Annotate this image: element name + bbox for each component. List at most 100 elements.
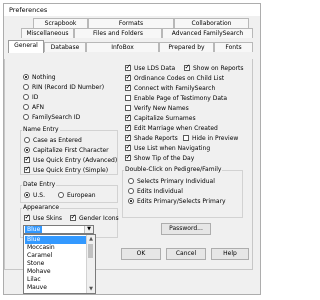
- radio-nothing[interactable]: Nothing: [23, 73, 56, 81]
- radio-indicator: [23, 114, 29, 120]
- scroll-up-icon[interactable]: ▲: [87, 235, 95, 243]
- tab-scrapbook[interactable]: Scrapbook: [33, 18, 88, 28]
- radio-edits-individual[interactable]: Edits Individual: [128, 187, 183, 195]
- radio-rin[interactable]: RIN (Record ID Number): [23, 83, 104, 91]
- password-button[interactable]: Password...: [161, 223, 211, 235]
- checkbox-indicator: [125, 95, 131, 101]
- checkbox-page-of-testimony[interactable]: Enable Page of Testimony Data: [125, 94, 227, 102]
- chevron-down-icon[interactable]: ▼: [84, 226, 93, 233]
- checkbox-capitalize-surnames[interactable]: Capitalize Surnames: [125, 113, 196, 122]
- checkbox-label: Use Skins: [33, 214, 62, 222]
- tab-collaboration[interactable]: Collaboration: [174, 18, 249, 28]
- checkbox-indicator: [125, 83, 131, 91]
- radio-selects-primary[interactable]: Selects Primary Individual: [128, 177, 215, 185]
- skin-option-stone[interactable]: Stone: [25, 260, 88, 268]
- tab-formats[interactable]: Formats: [88, 18, 174, 28]
- scroll-thumb[interactable]: [88, 244, 93, 258]
- checkbox-label: Connect with FamilySearch: [134, 84, 216, 92]
- group-label: Date Entry: [22, 181, 57, 188]
- radio-indicator: [23, 84, 29, 90]
- tab-prepared-by[interactable]: Prepared by: [159, 42, 214, 52]
- radio-afn[interactable]: AFN: [23, 103, 44, 111]
- tab-fonts[interactable]: Fonts: [214, 42, 253, 52]
- radio-edits-primary[interactable]: Edits Primary/Selects Primary: [128, 197, 226, 205]
- tab-database[interactable]: Database: [44, 42, 86, 52]
- checkbox-label: Edit Marriage when Created: [134, 124, 218, 132]
- checkbox-gender-icons[interactable]: Gender Icons: [70, 213, 119, 222]
- skin-option-blue[interactable]: Blue: [25, 236, 88, 244]
- checkbox-shade-reports[interactable]: Shade Reports: [125, 133, 178, 142]
- window-title: Preferences: [9, 6, 48, 14]
- checkbox-indicator: [184, 63, 190, 71]
- radio-indicator: [128, 188, 134, 194]
- group-label: Name Entry: [22, 126, 60, 133]
- tab-strip: Scrapbook Formats Collaboration Miscella…: [8, 18, 257, 64]
- tab-miscellaneous[interactable]: Miscellaneous: [21, 28, 74, 38]
- checkbox-hide-in-preview[interactable]: Hide in Preview: [183, 134, 238, 142]
- checkbox-label: Gender Icons: [79, 214, 119, 222]
- checkbox-indicator: [24, 165, 30, 173]
- checkbox-edit-marriage[interactable]: Edit Marriage when Created: [125, 123, 218, 132]
- checkbox-label: Enable Page of Testimony Data: [134, 94, 228, 102]
- radio-date-us[interactable]: U.S.: [24, 191, 45, 199]
- radio-label: European: [67, 191, 96, 199]
- checkbox-indicator: [24, 155, 30, 163]
- checkbox-indicator: [24, 213, 30, 221]
- checkbox-indicator: [125, 63, 131, 71]
- checkbox-connect-familysearch[interactable]: Connect with FamilySearch: [125, 83, 216, 92]
- group-label: Double-Click on Pedigree/Family: [124, 166, 223, 173]
- checkbox-label: Use List when Navigating: [134, 144, 211, 152]
- radio-indicator: [128, 198, 134, 204]
- radio-label: Edits Individual: [137, 187, 183, 195]
- skin-list-scrollbar[interactable]: ▲ ▼: [86, 235, 95, 293]
- radio-indicator: [24, 137, 30, 143]
- cancel-button[interactable]: Cancel: [166, 248, 206, 260]
- checkbox-label: Shade Reports: [134, 134, 178, 142]
- radio-id[interactable]: ID: [23, 93, 38, 101]
- skin-selected-value: Blue: [25, 226, 43, 233]
- checkbox-show-on-reports[interactable]: Show on Reports: [184, 63, 244, 72]
- checkbox-label: Use LDS Data: [134, 64, 176, 72]
- skin-option-moccasin[interactable]: Moccasin: [25, 244, 88, 252]
- ok-button[interactable]: OK: [121, 248, 161, 260]
- checkbox-quick-entry-simple[interactable]: Use Quick Entry (Simple): [24, 165, 108, 174]
- tab-advanced-familysearch[interactable]: Advanced FamilySearch: [162, 28, 253, 38]
- radio-label: Edits Primary/Selects Primary: [137, 197, 226, 205]
- skin-option-mauve[interactable]: Mauve: [25, 284, 88, 292]
- title-bar: Preferences: [4, 4, 260, 16]
- radio-date-european[interactable]: European: [58, 191, 96, 199]
- skin-options-list[interactable]: Blue Moccasin Caramel Stone Mohave Lilac…: [23, 234, 96, 294]
- radio-familysearch-id[interactable]: FamilySearch ID: [23, 113, 80, 121]
- skin-option-lilac[interactable]: Lilac: [25, 276, 88, 284]
- radio-label: U.S.: [33, 191, 46, 199]
- checkbox-indicator: [125, 133, 131, 141]
- radio-capitalize-first[interactable]: Capitalize First Character: [24, 146, 109, 154]
- checkbox-label: Show on Reports: [193, 64, 244, 72]
- checkbox-use-list-navigating[interactable]: Use List when Navigating: [125, 143, 211, 152]
- checkbox-tip-of-the-day[interactable]: Show Tip of the Day: [125, 153, 194, 162]
- checkbox-indicator: [125, 105, 131, 111]
- radio-indicator: [128, 178, 134, 184]
- radio-case-as-entered[interactable]: Case as Entered: [24, 136, 82, 144]
- radio-label: ID: [32, 93, 39, 101]
- checkbox-use-lds-data[interactable]: Use LDS Data: [125, 63, 176, 72]
- tab-files-and-folders[interactable]: Files and Folders: [74, 28, 162, 38]
- skin-option-caramel[interactable]: Caramel: [25, 252, 88, 260]
- radio-label: Nothing: [32, 73, 56, 81]
- skin-option-mohave[interactable]: Mohave: [25, 268, 88, 276]
- checkbox-indicator: [183, 135, 189, 141]
- checkbox-ordinance-codes[interactable]: Ordinance Codes on Child List: [125, 73, 224, 82]
- checkbox-quick-entry-advanced[interactable]: Use Quick Entry (Advanced): [24, 155, 117, 164]
- radio-indicator: [23, 74, 29, 80]
- radio-label: AFN: [32, 103, 45, 111]
- checkbox-verify-new-names[interactable]: Verify New Names: [125, 104, 189, 112]
- checkbox-label: Capitalize Surnames: [134, 114, 196, 122]
- tab-general[interactable]: General: [8, 40, 44, 53]
- help-button[interactable]: Help: [211, 248, 249, 260]
- skin-dropdown[interactable]: Blue ▼: [23, 225, 94, 234]
- radio-indicator: [23, 94, 29, 100]
- tab-infobox[interactable]: InfoBox: [86, 42, 159, 52]
- checkbox-use-skins[interactable]: Use Skins: [24, 213, 62, 222]
- scroll-down-icon[interactable]: ▼: [87, 285, 95, 293]
- radio-label: Case as Entered: [33, 136, 82, 144]
